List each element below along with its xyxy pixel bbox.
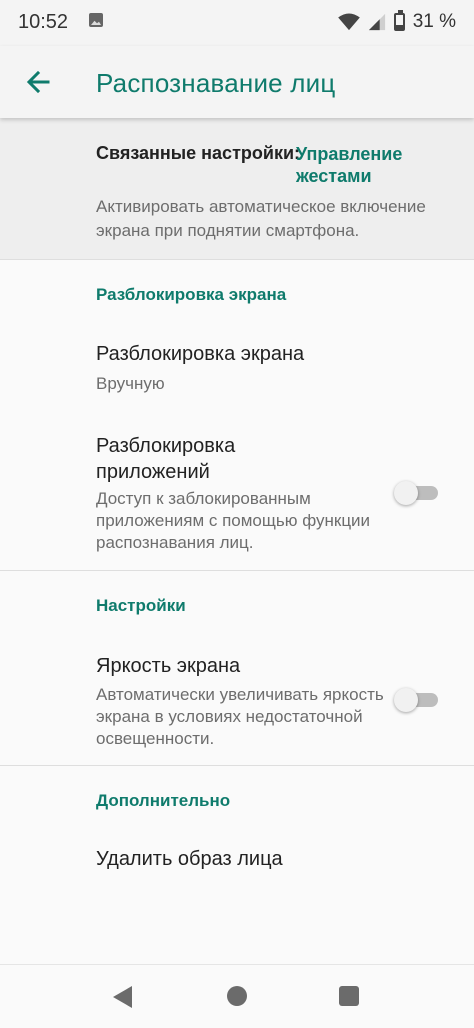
related-settings-banner: Связанные настройки: Управление жестами …: [0, 118, 474, 259]
app-unlock-item[interactable]: Разблокировка приложений Доступ к заблок…: [0, 418, 474, 568]
triangle-back-icon[interactable]: [113, 986, 132, 1008]
status-bar: 10:52 31 %: [0, 0, 474, 46]
battery-icon: [393, 10, 405, 31]
toggle-thumb: [394, 688, 418, 712]
section-title-settings: Настройки: [96, 596, 186, 615]
divider: [0, 259, 474, 260]
section-title-advanced: Дополнительно: [96, 791, 231, 810]
navigation-bar: [0, 964, 474, 1028]
brightness-item[interactable]: Яркость экрана Автоматически увеличивать…: [0, 633, 474, 763]
image-notification-icon: [89, 13, 103, 27]
toggle-thumb: [394, 481, 418, 505]
settings-list: Связанные настройки: Управление жестами …: [0, 118, 474, 964]
divider: [0, 570, 474, 571]
status-icons: 31 %: [337, 10, 456, 33]
battery-percent: 31 %: [412, 11, 456, 32]
circle-home-icon[interactable]: [227, 986, 247, 1006]
screen-unlock-item[interactable]: Разблокировка экрана Вручную: [0, 323, 474, 403]
app-unlock-description: Доступ к заблокированным приложениям с п…: [96, 489, 371, 552]
screen-unlock-title: Разблокировка экрана: [96, 343, 305, 365]
app-unlock-title: Разблокировка приложений: [96, 435, 236, 483]
delete-face-title: Удалить образ лица: [96, 848, 283, 870]
app-bar: Распознавание лиц: [0, 46, 474, 118]
section-title-unlock: Разблокировка экрана: [96, 285, 287, 304]
related-settings-label: Связанные настройки:: [96, 143, 301, 163]
delete-face-item[interactable]: Удалить образ лица: [0, 828, 474, 898]
related-settings-description: Активировать автоматическое включение эк…: [96, 197, 426, 240]
brightness-description: Автоматически увеличивать яркость экрана…: [96, 685, 384, 748]
brightness-toggle[interactable]: [394, 688, 440, 712]
arrow-left-icon[interactable]: [22, 66, 54, 98]
cell-signal-icon: [368, 13, 385, 31]
wifi-icon: [337, 13, 360, 31]
app-unlock-toggle[interactable]: [394, 481, 440, 505]
square-recents-icon[interactable]: [339, 986, 359, 1006]
gestures-link[interactable]: Управление жестами: [296, 143, 426, 187]
divider: [0, 765, 474, 766]
status-time: 10:52: [18, 11, 69, 33]
page-title: Распознавание лиц: [96, 68, 336, 98]
brightness-title: Яркость экрана: [96, 655, 241, 677]
screen-unlock-value: Вручную: [96, 374, 165, 393]
